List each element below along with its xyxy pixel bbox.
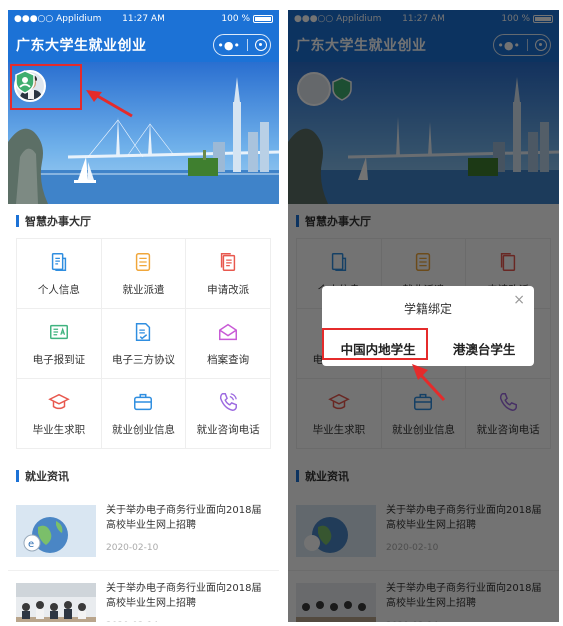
more-menu-icon[interactable]: •●• (217, 39, 240, 52)
svg-text:e: e (28, 539, 34, 550)
annotation-highlight-box (322, 328, 428, 360)
capsule-divider (246, 39, 248, 51)
news-date: 2020-02-10 (106, 543, 159, 553)
service-label: 个人信息 (37, 283, 80, 296)
services-grid: 个人信息 就业派遣 申请改派 电子报到证 电子三方协议 档案查询 (16, 238, 271, 449)
service-employment-dispatch[interactable]: 就业派遣 (101, 239, 187, 309)
briefcase-icon (134, 393, 153, 410)
service-personal-info[interactable]: 个人信息 (17, 239, 102, 309)
news-thumbnail-meeting (16, 583, 96, 622)
card-icon (49, 324, 68, 339)
service-label: 毕业生求职 (32, 423, 86, 436)
service-label: 就业咨询电话 (196, 423, 260, 436)
status-bar: ●●●○○ Applidium 11:27 AM 100 % (8, 10, 279, 28)
service-archive-query[interactable]: 档案查询 (186, 309, 271, 379)
app-title: 广东大学生就业创业 (16, 38, 147, 54)
annotation-arrow (86, 90, 133, 118)
service-consult-hotline[interactable]: 就业咨询电话 (186, 379, 271, 449)
service-graduate-job-search[interactable]: 毕业生求职 (17, 379, 102, 449)
mini-program-capsule[interactable]: •●• (213, 34, 271, 56)
grad-cap-icon (48, 393, 70, 409)
service-label: 电子三方协议 (111, 353, 175, 366)
news-text: 关于举办电子商务行业面向2018届高校毕业生网上招聘 2020-02-14 (106, 581, 271, 622)
service-employment-info[interactable]: 就业创业信息 (101, 379, 187, 449)
service-e-tripartite-agreement[interactable]: 电子三方协议 (101, 309, 187, 379)
phone-screen-home: ●●●○○ Applidium 11:27 AM 100 % 广东大学生就业创业… (8, 10, 279, 622)
service-label: 就业派遣 (122, 283, 165, 296)
battery-label: 100 % (221, 14, 250, 24)
meeting-photo (16, 583, 96, 622)
news-item[interactable]: 关于举办电子商务行业面向2018届高校毕业生网上招聘 2020-02-14 (8, 571, 279, 622)
services-section-title: 智慧办事大厅 (8, 204, 279, 238)
news-title: 就业资讯 (25, 470, 69, 483)
screenshot-stage: ●●●○○ Applidium 11:27 AM 100 % 广东大学生就业创业… (0, 0, 563, 626)
news-thumbnail-globe: e (16, 505, 96, 557)
globe-image: e (16, 505, 96, 557)
hero-banner (8, 62, 279, 204)
news-section-title: 就业资讯 (8, 459, 279, 493)
news-headline[interactable]: 关于举办电子商务行业面向2018届高校毕业生网上招聘 (106, 581, 271, 611)
news-text: 关于举办电子商务行业面向2018届高校毕业生网上招聘 2020-02-10 (106, 503, 271, 560)
list-doc-icon (136, 252, 151, 271)
phone-icon (220, 392, 238, 411)
app-nav-bar: 广东大学生就业创业 •●• (8, 28, 279, 62)
annotation-arrow (412, 364, 446, 402)
news-date: 2020-02-14 (106, 621, 271, 622)
person-doc-icon (51, 252, 66, 271)
doc-check-icon (136, 322, 151, 341)
news-headline[interactable]: 关于举办电子商务行业面向2018届高校毕业生网上招聘 (106, 503, 271, 533)
section-accent-bar (16, 215, 19, 227)
envelope-icon (219, 323, 238, 340)
hk-macao-taiwan-student-option[interactable]: 港澳台学生 (447, 335, 522, 362)
phone-screen-dialog: ●●●○○ Applidium 11:27 AM 100 % 广东大学生就业创业… (288, 10, 559, 622)
services-title: 智慧办事大厅 (25, 215, 91, 228)
dialog-title: 学籍绑定 (403, 302, 452, 316)
service-label: 就业创业信息 (111, 423, 175, 436)
service-label: 申请改派 (207, 283, 250, 296)
service-e-report-card[interactable]: 电子报到证 (17, 309, 102, 379)
battery-indicator: 100 % (221, 14, 273, 24)
news-item[interactable]: e 关于举办电子商务行业面向2018届高校毕业生网上招聘 2020-02-10 (8, 493, 279, 571)
close-icon[interactable]: × (513, 292, 525, 308)
service-label: 档案查询 (207, 353, 250, 366)
copy-doc-icon (221, 252, 236, 271)
service-label: 电子报到证 (32, 353, 86, 366)
battery-icon (253, 15, 273, 23)
service-reassign-request[interactable]: 申请改派 (186, 239, 271, 309)
carrier-label: ●●●○○ Applidium (14, 14, 102, 24)
section-accent-bar (16, 470, 19, 482)
annotation-highlight-box (10, 64, 82, 110)
close-target-icon[interactable] (254, 39, 267, 51)
